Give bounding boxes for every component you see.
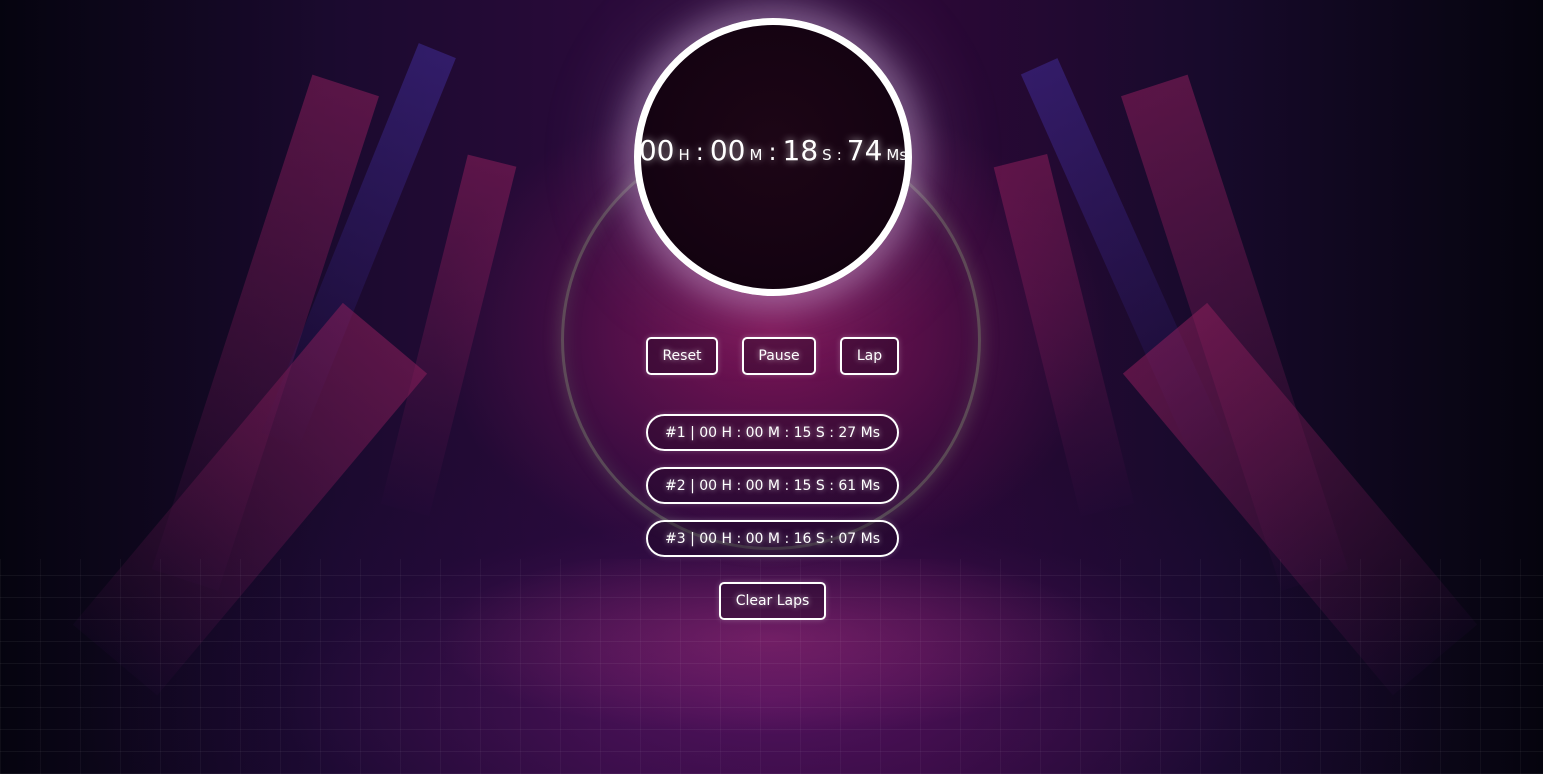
- milliseconds-value: 74: [846, 133, 883, 167]
- milliseconds-unit: Ms: [886, 145, 908, 164]
- pause-button[interactable]: Pause: [742, 337, 816, 375]
- minutes-value: 00: [709, 133, 746, 167]
- lap-item: #2 | 00 H : 00 M : 15 S : 61 Ms: [646, 467, 899, 504]
- time-separator: :: [768, 137, 777, 166]
- reset-button[interactable]: Reset: [646, 337, 718, 375]
- stopwatch-display: 00 H : 00 M : 18 S : 74 Ms: [634, 18, 912, 296]
- hours-value: 00: [638, 133, 675, 167]
- time-separator: :: [836, 145, 842, 164]
- lap-item: #3 | 00 H : 00 M : 16 S : 07 Ms: [646, 520, 899, 557]
- minutes-unit: M: [749, 145, 763, 164]
- crystal-shard: [380, 154, 517, 517]
- clear-laps-button[interactable]: Clear Laps: [719, 582, 826, 620]
- seconds-unit: S: [822, 145, 832, 164]
- hours-unit: H: [678, 145, 690, 164]
- lap-item: #1 | 00 H : 00 M : 15 S : 27 Ms: [646, 414, 899, 451]
- lap-button[interactable]: Lap: [840, 337, 899, 375]
- time-readout: 00 H : 00 M : 18 S : 74 Ms: [639, 134, 907, 167]
- time-separator: :: [695, 137, 704, 166]
- seconds-value: 18: [782, 133, 819, 167]
